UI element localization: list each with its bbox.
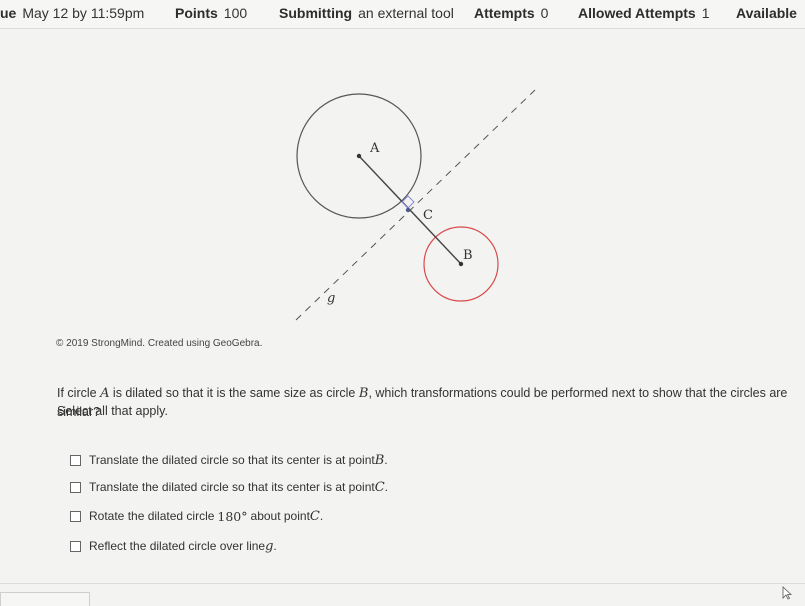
option-degrees: 180° — [217, 508, 248, 524]
option-checkbox[interactable] — [70, 454, 81, 466]
option-translate-b[interactable]: Translate the dilated circle so that its… — [70, 452, 388, 468]
option-var: C — [309, 508, 320, 524]
option-text: Translate the dilated circle so that its… — [89, 453, 375, 467]
option-post: . — [384, 453, 388, 467]
points-label: Points — [175, 5, 218, 21]
question-text: If circle A is dilated so that it is the… — [57, 384, 797, 421]
question-part1: If circle — [57, 386, 101, 400]
option-post: . — [319, 509, 324, 523]
geogebra-figure: A C B g — [295, 89, 536, 321]
footer-divider — [0, 583, 805, 584]
option-var: C — [374, 479, 385, 495]
available: Available — [736, 5, 797, 21]
geogebra-credit: © 2019 StrongMind. Created using GeoGebr… — [56, 338, 263, 349]
assignment-details-bar: ue May 12 by 11:59pm Points 100 Submitting… — [0, 0, 805, 29]
option-reflect-g[interactable]: Reflect the dilated circle over line g. — [70, 538, 277, 554]
submitting-value: an external tool — [358, 5, 454, 21]
label-g: g — [327, 291, 335, 306]
available-label: Available — [736, 5, 797, 21]
option-var: B — [374, 452, 385, 468]
option-checkbox[interactable] — [70, 510, 81, 522]
question-part2: is dilated so that it is the same size a… — [109, 386, 359, 400]
due-label: ue — [0, 5, 17, 21]
option-text: Reflect the dilated circle over line — [89, 539, 266, 553]
label-c: C — [423, 208, 433, 223]
option-var: g — [265, 538, 274, 554]
line-g — [295, 89, 536, 321]
option-checkbox[interactable] — [70, 540, 81, 552]
submitting: Submitting an external tool — [279, 5, 454, 21]
option-rotate-c[interactable]: Rotate the dilated circle 180° about point… — [70, 508, 323, 524]
due-value: May 12 by 11:59pm — [22, 5, 145, 21]
question-var-b: B — [358, 386, 369, 401]
label-b: B — [463, 248, 473, 263]
mouse-cursor-icon — [782, 586, 792, 600]
point-c — [405, 207, 411, 213]
due-date: ue May 12 by 11:59pm — [0, 5, 144, 21]
allowed-attempts: Allowed Attempts 1 — [578, 5, 710, 21]
points: Points 100 — [175, 5, 247, 21]
instruction-text: Select all that apply. — [57, 404, 168, 418]
option-checkbox[interactable] — [70, 481, 81, 493]
point-a — [356, 153, 362, 159]
right-angle-marker — [401, 195, 415, 209]
allowed-value: 1 — [701, 5, 710, 21]
option-mid: about point — [250, 509, 310, 523]
option-text: Rotate the dilated circle — [89, 509, 215, 523]
option-text: Translate the dilated circle so that its… — [89, 480, 375, 494]
submitting-label: Submitting — [279, 5, 353, 21]
option-translate-c[interactable]: Translate the dilated circle so that its… — [70, 479, 388, 495]
allowed-label: Allowed Attempts — [578, 5, 696, 21]
points-value: 100 — [223, 5, 248, 21]
option-post: . — [384, 480, 388, 494]
label-a: A — [369, 141, 380, 156]
attempts-label: Attempts — [474, 5, 535, 21]
attempts: Attempts 0 — [474, 5, 548, 21]
attempts-value: 0 — [540, 5, 549, 21]
option-post: . — [273, 539, 277, 553]
